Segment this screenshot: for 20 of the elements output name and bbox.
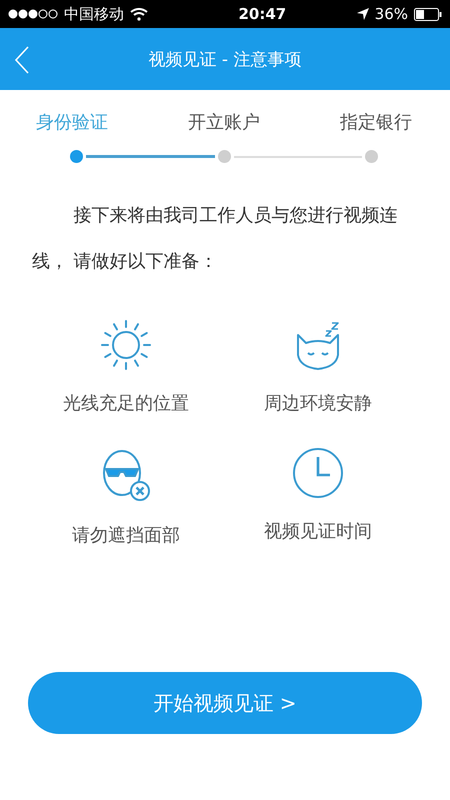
clock-icon — [290, 445, 346, 501]
location-arrow-icon — [356, 8, 369, 20]
step-label: 身份验证 — [36, 111, 108, 134]
tip-label: 周边环境安静 — [264, 392, 372, 415]
tip-label: 请勿遮挡面部 — [72, 524, 180, 547]
back-icon — [14, 46, 30, 74]
battery-icon — [414, 8, 442, 20]
tip-label: 视频见证时间 — [264, 520, 372, 543]
page-title: 视频见证 - 注意事项 — [148, 48, 302, 70]
signal-strength-icon — [8, 9, 58, 19]
sun-icon — [98, 317, 154, 373]
tip-label: 光线充足的位置 — [63, 392, 189, 415]
step-label: 开立账户 — [188, 111, 260, 134]
intro-text: 接下来将由我司工作人员与您进行视频连线， 请做好以下准备： — [32, 204, 398, 274]
battery-percent: 36% — [374, 5, 408, 23]
carrier-name: 中国移动 — [64, 4, 124, 24]
wifi-icon — [130, 8, 148, 20]
step-label: 指定银行 — [340, 111, 412, 134]
status-time: 20:47 — [238, 5, 286, 23]
start-video-button[interactable]: 开始视频见证 > — [28, 672, 422, 734]
